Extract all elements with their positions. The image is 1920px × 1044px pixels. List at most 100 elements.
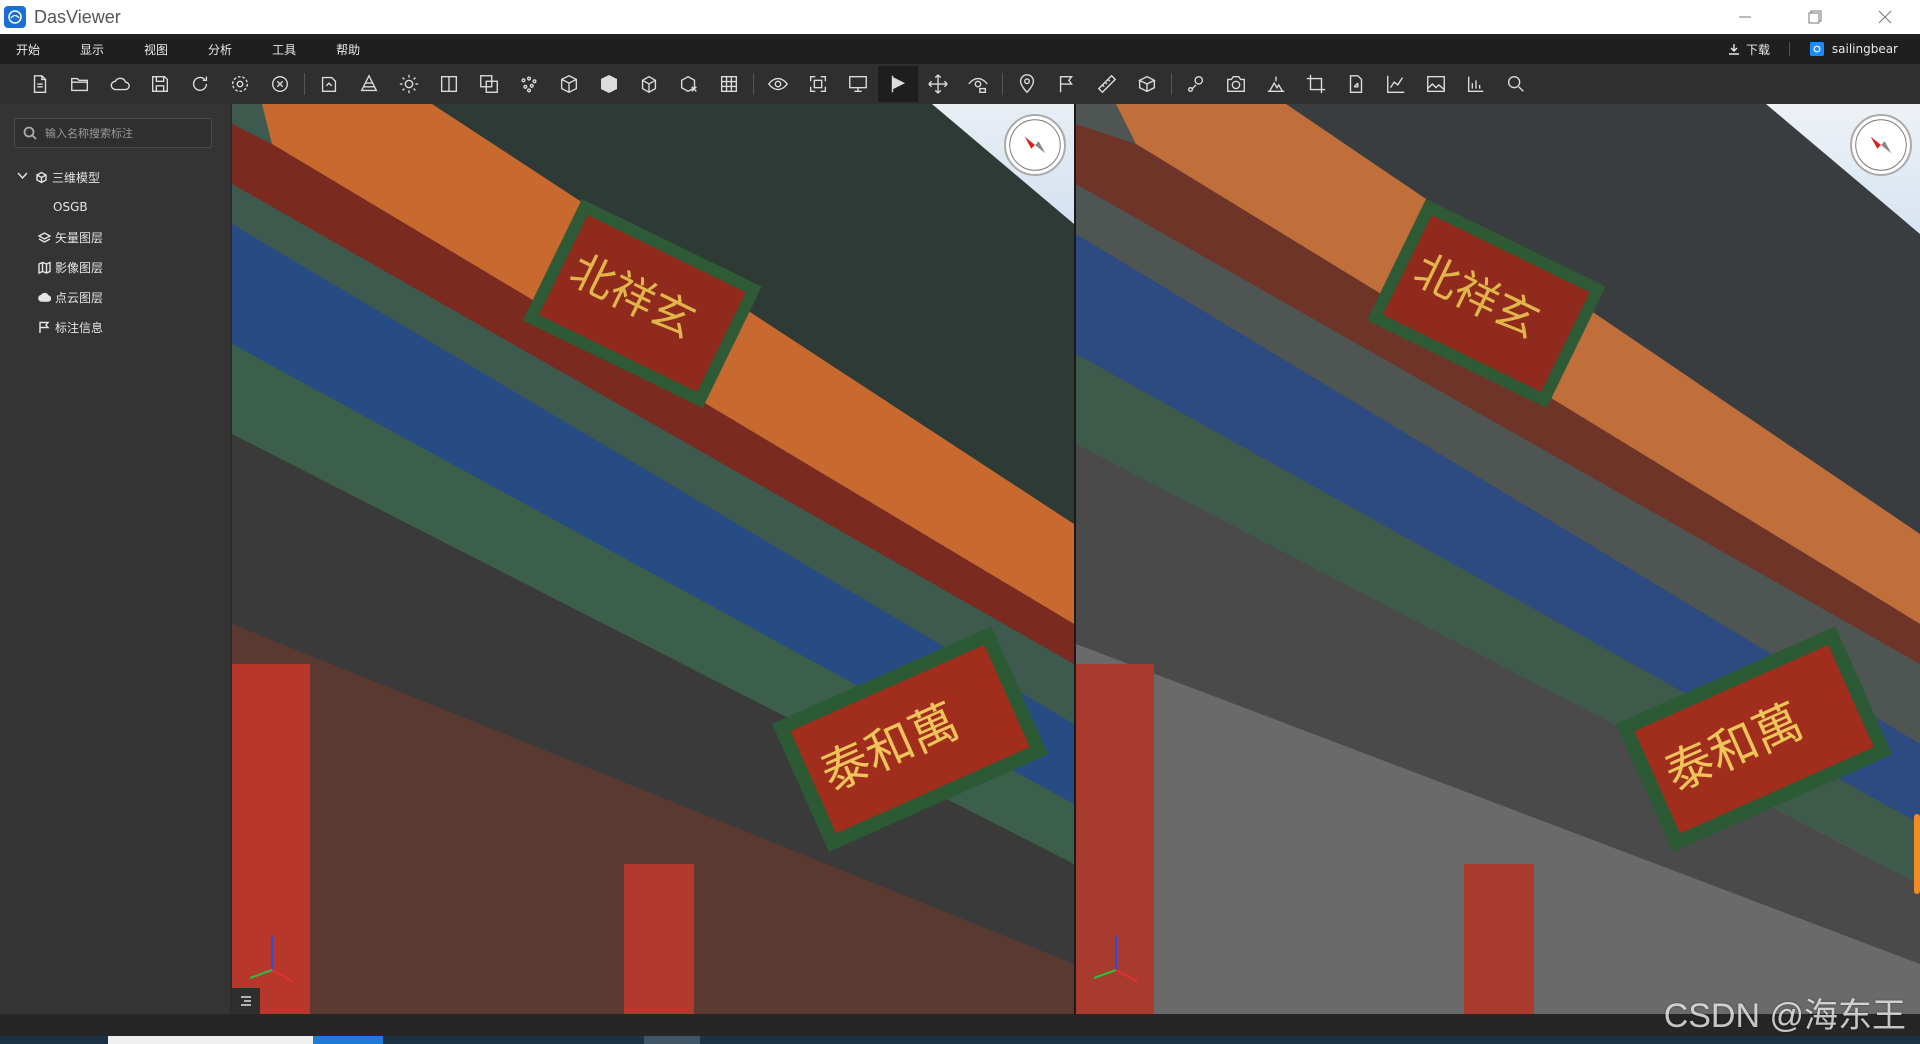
wireframe-button[interactable] — [549, 66, 589, 102]
tree-item-label: OSGB — [53, 200, 88, 214]
menu-tools[interactable]: 工具 — [272, 41, 296, 58]
download-icon — [1728, 44, 1739, 55]
tree-item-imagery-layer[interactable]: 影像图层 — [0, 252, 230, 282]
taskbar-item[interactable] — [108, 1036, 313, 1044]
terrain-button[interactable] — [1256, 66, 1296, 102]
tree-item-vector-layer[interactable]: 矢量图层 — [0, 222, 230, 252]
volume-icon — [1138, 75, 1156, 93]
wireframe-icon — [560, 74, 578, 94]
compass-icon[interactable] — [1850, 114, 1912, 176]
chevron-down-icon[interactable] — [16, 169, 29, 185]
fullscreen-icon — [809, 75, 827, 93]
model-scene-right[interactable]: 北祥玄 泰和萬 — [1076, 104, 1920, 1014]
screen-icon — [849, 75, 867, 93]
image-button[interactable] — [1416, 66, 1456, 102]
minimize-button[interactable] — [1710, 0, 1780, 34]
orbit-icon — [968, 77, 988, 93]
pick-button[interactable] — [878, 66, 918, 102]
compass-icon[interactable] — [1004, 114, 1066, 176]
viewport-menu-button[interactable] — [232, 988, 260, 1014]
crop-button[interactable] — [1296, 66, 1336, 102]
new-file-icon — [33, 75, 47, 93]
lighting-button[interactable] — [389, 66, 429, 102]
cloud-icon — [110, 77, 130, 91]
taskbar-item[interactable] — [644, 1036, 700, 1044]
tree-item-point-cloud-layer[interactable]: 点云图层 — [0, 282, 230, 312]
camera-button[interactable] — [1216, 66, 1256, 102]
search-input[interactable] — [45, 126, 205, 140]
pyramid-button[interactable] — [349, 66, 389, 102]
search-icon — [1507, 75, 1524, 92]
clip-box-button[interactable] — [669, 66, 709, 102]
move-button[interactable] — [918, 66, 958, 102]
search-box[interactable] — [14, 118, 212, 148]
download-label: 下载 — [1745, 42, 1770, 57]
marker-button[interactable] — [1007, 66, 1047, 102]
tree-item-3d-model[interactable]: 三维模型 — [0, 162, 230, 192]
tree-item-label: 点云图层 — [55, 290, 104, 305]
route-button[interactable] — [1176, 66, 1216, 102]
lighting-icon — [399, 74, 419, 94]
new-file-button[interactable] — [20, 66, 60, 102]
viewport-left[interactable]: 北祥玄 泰和萬 — [232, 104, 1074, 1014]
save-button[interactable] — [140, 66, 180, 102]
open-folder-button[interactable] — [60, 66, 100, 102]
download-button[interactable]: 下载 — [1728, 34, 1770, 64]
solid-icon — [600, 74, 618, 94]
flag-button[interactable] — [1047, 66, 1087, 102]
menu-view[interactable]: 视图 — [144, 41, 168, 58]
pick-icon — [891, 75, 906, 93]
box-button[interactable] — [629, 66, 669, 102]
export-button[interactable] — [1336, 66, 1376, 102]
move-icon — [928, 74, 948, 94]
taskbar-item[interactable] — [313, 1036, 383, 1044]
chart-icon — [1387, 75, 1405, 93]
model-scene-left[interactable]: 北祥玄 泰和萬 — [232, 104, 1074, 1014]
tree-item-label: 标注信息 — [55, 320, 104, 335]
avatar — [1809, 42, 1824, 56]
tree-item-annotations[interactable]: 标注信息 — [0, 312, 230, 342]
settings-button[interactable] — [220, 66, 260, 102]
menu-display[interactable]: 显示 — [80, 41, 104, 58]
restore-button[interactable] — [1780, 0, 1850, 34]
solid-button[interactable] — [589, 66, 629, 102]
import-model-icon — [321, 76, 337, 93]
ruler-button[interactable] — [1087, 66, 1127, 102]
map-icon — [38, 260, 51, 274]
screen-button[interactable] — [838, 66, 878, 102]
sidebar: 三维模型 OSGB 矢量图层 影像图层 点云图层 标注信息 — [0, 104, 230, 1014]
orbit-button[interactable] — [958, 66, 998, 102]
scroll-indicator[interactable] — [1914, 814, 1920, 894]
import-model-button[interactable] — [309, 66, 349, 102]
user-account[interactable]: sailingbear — [1809, 34, 1898, 64]
chart-button[interactable] — [1376, 66, 1416, 102]
menu-analysis[interactable]: 分析 — [208, 41, 232, 58]
refresh-button[interactable] — [180, 66, 220, 102]
grid-button[interactable] — [709, 66, 749, 102]
cloud-button[interactable] — [100, 66, 140, 102]
tree-item-label: 影像图层 — [55, 260, 104, 275]
minimize-icon — [1739, 16, 1751, 18]
menu-start[interactable]: 开始 — [16, 41, 40, 58]
report-button[interactable] — [1456, 66, 1496, 102]
axis-gizmo-icon — [1093, 936, 1139, 983]
close-icon — [1878, 10, 1892, 24]
point-cloud-button[interactable] — [509, 66, 549, 102]
close-button[interactable] — [1850, 0, 1920, 34]
fullscreen-button[interactable] — [798, 66, 838, 102]
observe-icon — [768, 77, 788, 91]
flag-icon — [38, 321, 51, 334]
menu-help[interactable]: 帮助 — [336, 41, 360, 58]
viewport-right[interactable]: 北祥玄 泰和萬 — [1076, 104, 1920, 1014]
overlay-button[interactable] — [469, 66, 509, 102]
clip-box-icon — [680, 75, 697, 93]
search-button[interactable] — [1496, 66, 1536, 102]
camera-icon — [1227, 75, 1245, 93]
list-icon — [241, 996, 251, 1006]
volume-button[interactable] — [1127, 66, 1167, 102]
split-view-button[interactable] — [429, 66, 469, 102]
tree-item-osgb[interactable]: OSGB — [0, 192, 230, 222]
open-folder-icon — [71, 77, 89, 92]
observe-button[interactable] — [758, 66, 798, 102]
close-model-button[interactable] — [260, 66, 300, 102]
